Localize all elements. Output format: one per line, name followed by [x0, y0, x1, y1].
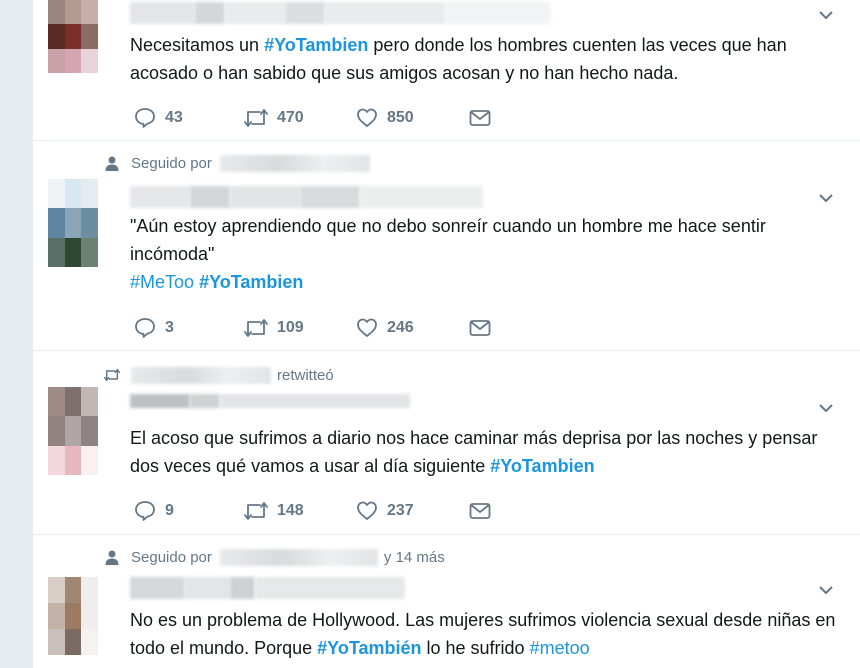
tweet-actions: 3 109 246 [133, 316, 492, 340]
person-icon [101, 548, 123, 566]
retweet-icon [244, 319, 268, 337]
retweeter-name[interactable] [131, 366, 271, 384]
followed-by-names[interactable] [219, 548, 378, 566]
context-label: Seguido por [131, 154, 212, 172]
reply-icon [135, 318, 155, 338]
tweet-1[interactable]: Necesitamos un #YoTambien pero donde los… [33, 0, 860, 141]
direct-message-button[interactable] [468, 316, 492, 340]
retweet-button[interactable]: 470 [243, 106, 355, 130]
reply-button[interactable]: 3 [133, 316, 243, 340]
tweet-author-name[interactable] [130, 186, 483, 208]
like-count: 246 [387, 319, 414, 336]
retweet-count: 109 [277, 319, 304, 336]
retweet-icon [244, 109, 268, 127]
person-icon [101, 154, 123, 172]
tweet-author-name[interactable] [130, 2, 550, 24]
chevron-down-icon[interactable] [817, 399, 835, 417]
reply-icon [135, 108, 155, 128]
reply-count: 9 [165, 502, 174, 519]
reply-count: 3 [165, 319, 174, 336]
direct-message-button[interactable] [468, 106, 492, 130]
like-icon [357, 318, 377, 337]
reply-icon [135, 501, 155, 521]
tweet-text: No es un problema de Hollywood. Las muje… [130, 606, 845, 662]
reply-button[interactable]: 43 [133, 106, 243, 130]
tweet-actions: 43 470 850 [133, 106, 492, 130]
reply-count: 43 [165, 109, 183, 126]
avatar[interactable] [48, 179, 98, 267]
like-count: 237 [387, 502, 414, 519]
like-icon [357, 501, 377, 520]
context-label: retwitteó [277, 366, 334, 384]
direct-message-button[interactable] [468, 499, 492, 523]
reply-button[interactable]: 9 [133, 499, 243, 523]
retweet-icon [244, 502, 268, 520]
like-button[interactable]: 246 [355, 316, 468, 340]
tweet-author-name[interactable] [130, 577, 405, 599]
chevron-down-icon[interactable] [817, 189, 835, 207]
retweet-context-icon [101, 366, 123, 384]
tweet-text: Necesitamos un #YoTambien pero donde los… [130, 31, 845, 87]
tweet-context: Seguido por [101, 154, 370, 172]
tweet-4[interactable]: Seguido por y 14 más No es un problema d… [33, 535, 860, 668]
followed-by-names[interactable] [219, 154, 370, 172]
retweet-button[interactable]: 148 [243, 499, 355, 523]
hashtag-link[interactable]: #YoTambién [317, 638, 421, 658]
tweet-context: Seguido por y 14 más [101, 548, 445, 566]
avatar[interactable] [48, 577, 98, 655]
retweet-button[interactable]: 109 [243, 316, 355, 340]
avatar[interactable] [48, 387, 98, 475]
tweet-text: El acoso que sufrimos a diario nos hace … [130, 424, 845, 480]
tweet-2[interactable]: Seguido por "Aún estoy aprendiendo que n… [33, 141, 860, 351]
timeline-feed: Necesitamos un #YoTambien pero donde los… [33, 0, 860, 668]
like-button[interactable]: 237 [355, 499, 468, 523]
like-count: 850 [387, 109, 414, 126]
tweet-text-part: El acoso que sufrimos a diario nos hace … [130, 428, 818, 476]
retweet-count: 148 [277, 502, 304, 519]
hashtag-link[interactable]: #YoTambien [264, 35, 368, 55]
context-suffix: y 14 más [383, 548, 445, 566]
tweet-text-part: Necesitamos un [130, 35, 265, 55]
message-icon [469, 503, 491, 519]
like-icon [357, 108, 377, 127]
tweet-author-name[interactable] [130, 394, 410, 408]
message-icon [469, 320, 491, 336]
hashtag-link[interactable]: #MeToo [130, 272, 194, 292]
tweet-text-part: "Aún estoy aprendiendo que no debo sonre… [130, 216, 766, 264]
hashtag-link[interactable]: #metoo [530, 638, 590, 658]
avatar[interactable] [48, 0, 98, 73]
tweet-text-part: lo he sufrido [421, 638, 530, 658]
chevron-down-icon[interactable] [817, 6, 835, 24]
hashtag-link[interactable]: #YoTambien [490, 456, 594, 476]
retweet-count: 470 [277, 109, 304, 126]
hashtag-link[interactable]: #YoTambien [199, 272, 303, 292]
tweet-actions: 9 148 237 [133, 499, 492, 523]
context-label: Seguido por [131, 548, 212, 566]
tweet-text: "Aún estoy aprendiendo que no debo sonre… [130, 212, 845, 296]
message-icon [469, 110, 491, 126]
like-button[interactable]: 850 [355, 106, 468, 130]
chevron-down-icon[interactable] [817, 581, 835, 599]
tweet-context: retwitteó [101, 366, 334, 384]
tweet-3[interactable]: retwitteó El acoso que sufrimos a diario… [33, 351, 860, 535]
